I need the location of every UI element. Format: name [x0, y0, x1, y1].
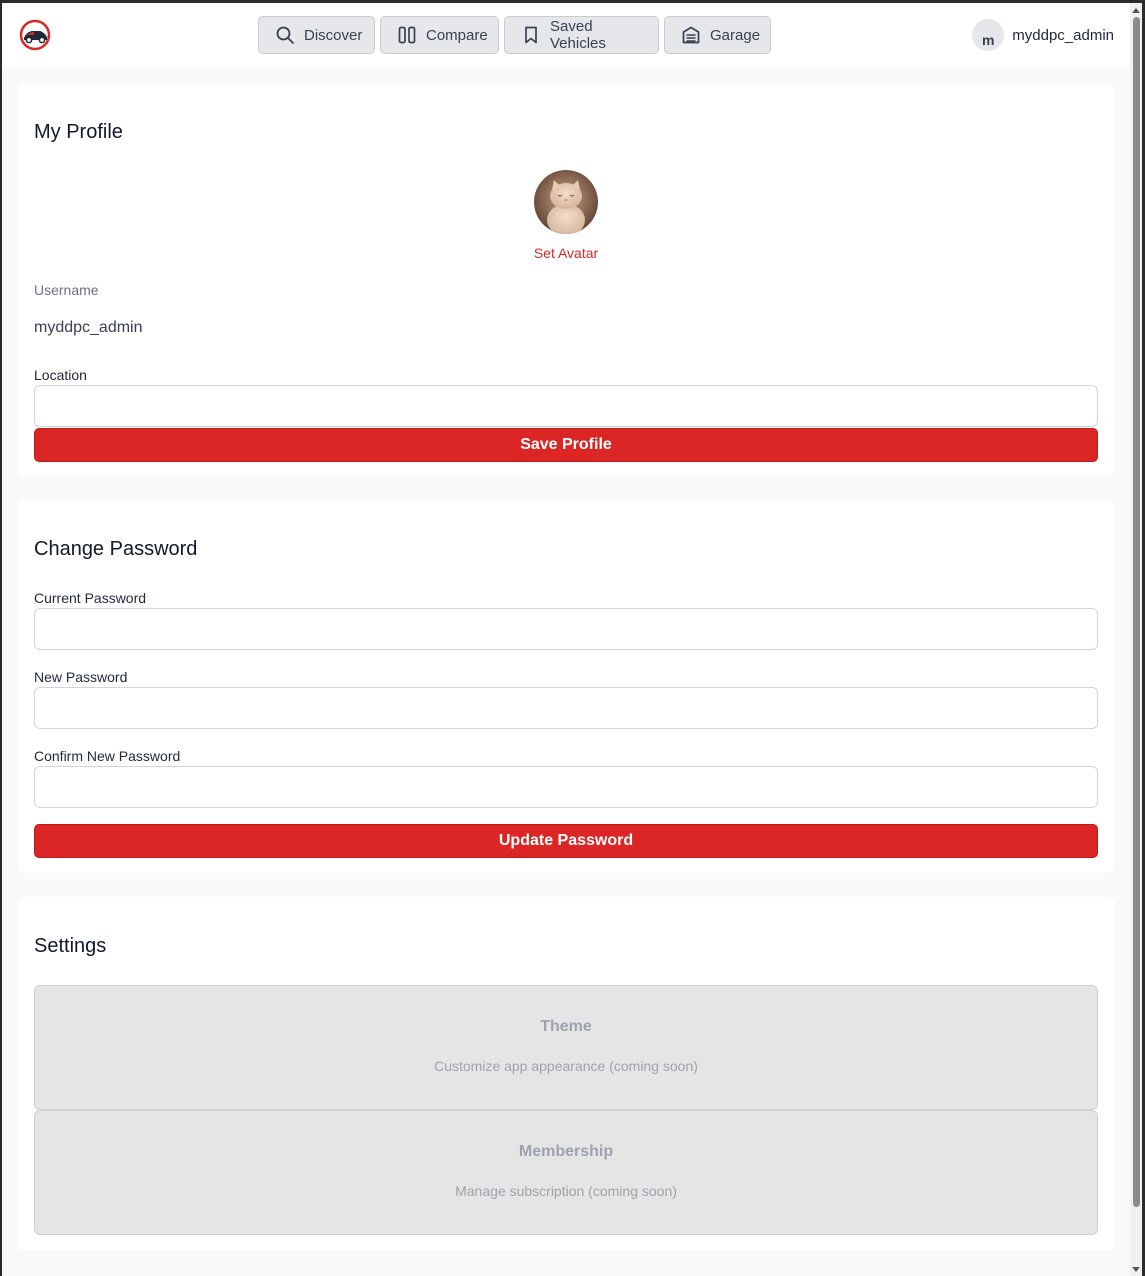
change-password-card: Change Password Current Password New Pas…: [18, 501, 1114, 873]
theme-tile-description: Customize app appearance (coming soon): [434, 1058, 698, 1074]
location-input[interactable]: [34, 385, 1098, 427]
profile-card: My Profile Set Avatar Username myddpc_ad…: [18, 83, 1114, 477]
new-password-input[interactable]: [34, 687, 1098, 729]
new-password-label: New Password: [34, 669, 128, 685]
location-label: Location: [34, 367, 87, 383]
update-password-button[interactable]: Update Password: [34, 824, 1098, 858]
user-menu[interactable]: m myddpc_admin: [972, 19, 1114, 51]
username-value: myddpc_admin: [34, 319, 143, 336]
theme-setting-tile: Theme Customize app appearance (coming s…: [34, 985, 1098, 1110]
garage-icon: [682, 26, 700, 44]
bookmark-icon: [525, 26, 537, 44]
nav-discover-button[interactable]: Discover: [258, 16, 375, 54]
car-logo-icon: [19, 19, 51, 51]
top-navbar: Discover Compare Saved Vehicles Garage m…: [2, 3, 1129, 67]
user-avatar[interactable]: m: [972, 19, 1005, 51]
user-name[interactable]: myddpc_admin: [1012, 27, 1114, 44]
current-password-input[interactable]: [34, 608, 1098, 650]
confirm-password-input[interactable]: [34, 766, 1098, 808]
membership-tile-title: Membership: [518, 1143, 614, 1160]
set-avatar-link[interactable]: Set Avatar: [18, 245, 1114, 261]
window-left-border: [0, 0, 2, 1276]
confirm-password-label: Confirm New Password: [34, 748, 181, 764]
compare-columns-icon: [398, 26, 416, 44]
scroll-up-arrow-icon[interactable]: [1132, 8, 1140, 13]
membership-tile-description: Manage subscription (coming soon): [455, 1183, 677, 1199]
nav-compare-label: Compare: [426, 26, 488, 44]
nav-discover-label: Discover: [304, 26, 363, 44]
membership-setting-tile: Membership Manage subscription (coming s…: [34, 1110, 1098, 1235]
nav-saved-vehicles-label: Saved Vehicles: [550, 18, 606, 52]
search-icon: [276, 26, 294, 44]
nav-garage-button[interactable]: Garage: [664, 16, 771, 54]
settings-card: Settings Theme Customize app appearance …: [18, 897, 1114, 1250]
theme-tile-title: Theme: [540, 1018, 592, 1035]
change-password-title: Change Password: [34, 538, 198, 560]
scroll-down-arrow-icon[interactable]: [1132, 1267, 1140, 1272]
settings-title: Settings: [34, 935, 107, 957]
nav-compare-button[interactable]: Compare: [380, 16, 499, 54]
page-scrollbar[interactable]: [1130, 3, 1142, 1276]
profile-avatar[interactable]: [534, 170, 598, 234]
nav-garage-label: Garage: [710, 26, 761, 44]
main-nav: Discover Compare Saved Vehicles Garage: [258, 16, 771, 54]
username-label: Username: [34, 282, 99, 298]
cat-avatar-image: [534, 170, 598, 234]
profile-title: My Profile: [34, 121, 123, 143]
app-logo[interactable]: [18, 19, 52, 51]
nav-saved-vehicles-button[interactable]: Saved Vehicles: [504, 16, 659, 54]
current-password-label: Current Password: [34, 590, 147, 606]
scrollbar-thumb[interactable]: [1133, 17, 1140, 1207]
save-profile-button[interactable]: Save Profile: [34, 428, 1098, 462]
